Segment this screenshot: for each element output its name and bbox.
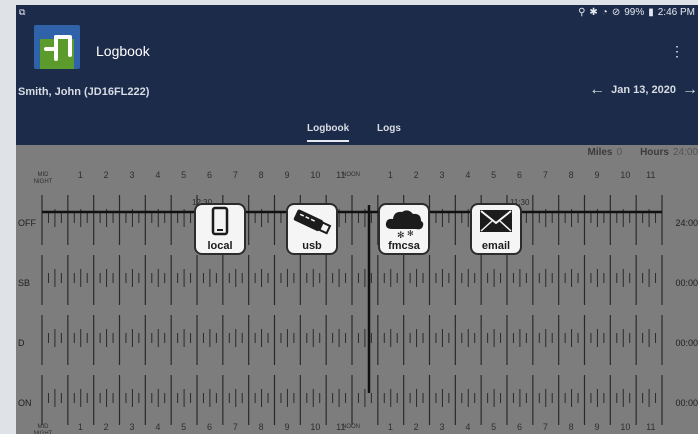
app-frame: ⧉ ⚲ ✱ ◔ ⊘ 99% ▮ 2:46 PM Logbook ⋮ Smith,… — [16, 5, 698, 434]
hour-top-label: 6 — [517, 170, 523, 180]
hour-bottom-label: 8 — [258, 422, 264, 432]
hour-top-label: NOON — [342, 172, 360, 178]
export-fmcsa-label: fmcsa — [388, 240, 420, 252]
hour-top-label: 9 — [284, 170, 290, 180]
hour-bottom-label: 5 — [491, 422, 497, 432]
hour-bottom-label: 7 — [232, 422, 238, 432]
overflow-menu-icon[interactable]: ⋮ — [670, 43, 684, 60]
previous-day-button[interactable]: ← — [589, 82, 605, 98]
hour-top-label: 7 — [232, 170, 238, 180]
hour-top-label: 2 — [413, 170, 419, 180]
app-title: Logbook — [96, 43, 150, 59]
driver-name: Smith, John (JD16FL222) — [18, 86, 150, 98]
hour-top-label: 8 — [258, 170, 264, 180]
hour-top-label: 1 — [77, 170, 83, 180]
svg-text:✻: ✻ — [397, 231, 405, 239]
hour-top-label: 5 — [491, 170, 497, 180]
hour-top-label: 11 — [646, 170, 656, 180]
hour-bottom-label: 2 — [413, 422, 419, 432]
export-local-button[interactable]: local — [194, 203, 246, 255]
location-icon: ⚲ — [578, 7, 586, 18]
hour-bottom-label: 3 — [439, 422, 445, 432]
status-sb-label: SB — [18, 278, 31, 288]
hour-bottom-label: 10 — [620, 422, 631, 432]
app-logo — [34, 25, 80, 69]
status-on-total: 00:00 — [675, 398, 698, 408]
hour-top-label: 3 — [439, 170, 445, 180]
export-local-label: local — [207, 240, 233, 252]
wifi-icon: ◔ — [601, 7, 608, 18]
hour-bottom-label: 10 — [310, 422, 321, 432]
hour-top-label: 9 — [594, 170, 600, 180]
hour-top-label: 2 — [103, 170, 109, 180]
hour-bottom-label: NOON — [342, 424, 360, 430]
status-off-total: 24:00 — [675, 218, 698, 228]
envelope-icon — [480, 210, 512, 232]
app-bar: Logbook ⋮ Smith, John (JD16FL222) ← Jan … — [16, 21, 698, 145]
export-usb-button[interactable]: usb — [286, 203, 338, 255]
hour-bottom-label: 8 — [568, 422, 574, 432]
export-email-label: email — [481, 240, 511, 252]
hour-top-label: 4 — [465, 170, 471, 180]
hour-top-label: 1 — [387, 170, 393, 180]
status-bar: ⧉ ⚲ ✱ ◔ ⊘ 99% ▮ 2:46 PM — [16, 5, 698, 21]
next-day-button[interactable]: → — [682, 82, 698, 98]
status-off-label: OFF — [18, 218, 36, 228]
hour-bottom-label: 4 — [155, 422, 161, 432]
date-navigator: ← Jan 13, 2020 → — [589, 82, 698, 98]
status-on-label: ON — [18, 398, 32, 408]
export-email-button[interactable]: email — [470, 203, 522, 255]
hour-bottom-label: 9 — [594, 422, 600, 432]
hour-top-label: 8 — [568, 170, 574, 180]
tab-logbook[interactable]: Logbook — [307, 123, 350, 142]
hour-top-label: MID NIGHT — [33, 172, 53, 185]
log-grid-panel: Miles 0 Hours 24:00 MID NIGHT 1 2 3 4 5 6 7 8 9 10… — [16, 145, 698, 434]
hour-top-label: 3 — [129, 170, 135, 180]
hour-bottom-label: MID NIGHT — [33, 424, 53, 434]
hour-bottom-label: 4 — [465, 422, 471, 432]
hour-top-label: 6 — [207, 170, 213, 180]
battery-icon: ▮ — [648, 7, 654, 18]
current-date: Jan 13, 2020 — [611, 84, 676, 96]
bluetooth-icon: ✱ — [589, 7, 598, 18]
hour-bottom-label: 6 — [517, 422, 523, 432]
hour-bottom-label: 9 — [284, 422, 290, 432]
status-sb-total: 00:00 — [675, 278, 698, 288]
usb-drive-icon — [293, 209, 332, 235]
hour-bottom-label: 6 — [207, 422, 213, 432]
hour-bottom-label: 3 — [129, 422, 135, 432]
hour-bottom-label: 2 — [103, 422, 109, 432]
battery-percent: 99% — [624, 7, 645, 18]
tab-bar: Logbook Logs — [16, 119, 698, 145]
hour-top-label: 10 — [620, 170, 631, 180]
hour-top-label: 7 — [542, 170, 548, 180]
export-usb-label: usb — [302, 240, 322, 252]
phone-icon — [211, 206, 229, 236]
hour-bottom-label: 1 — [77, 422, 83, 432]
status-d-label: D — [18, 338, 25, 348]
svg-text:✻: ✻ — [407, 229, 414, 238]
tab-logs[interactable]: Logs — [377, 123, 401, 134]
hour-top-label: 4 — [155, 170, 161, 180]
notification-icon: ⧉ — [19, 7, 26, 17]
status-d-total: 00:00 — [675, 338, 698, 348]
log-grid[interactable] — [16, 145, 698, 434]
hour-top-label: 10 — [310, 170, 321, 180]
hour-bottom-label: 5 — [181, 422, 187, 432]
export-fmcsa-button[interactable]: ✻ ✻ fmcsa — [378, 203, 430, 255]
hour-bottom-label: 7 — [542, 422, 548, 432]
clock: 2:46 PM — [657, 7, 695, 18]
hour-bottom-label: 11 — [646, 422, 656, 432]
cloud-icon: ✻ ✻ — [385, 210, 424, 241]
hour-top-label: 5 — [181, 170, 187, 180]
hour-bottom-label: 1 — [387, 422, 393, 432]
block-icon: ⊘ — [611, 7, 621, 18]
